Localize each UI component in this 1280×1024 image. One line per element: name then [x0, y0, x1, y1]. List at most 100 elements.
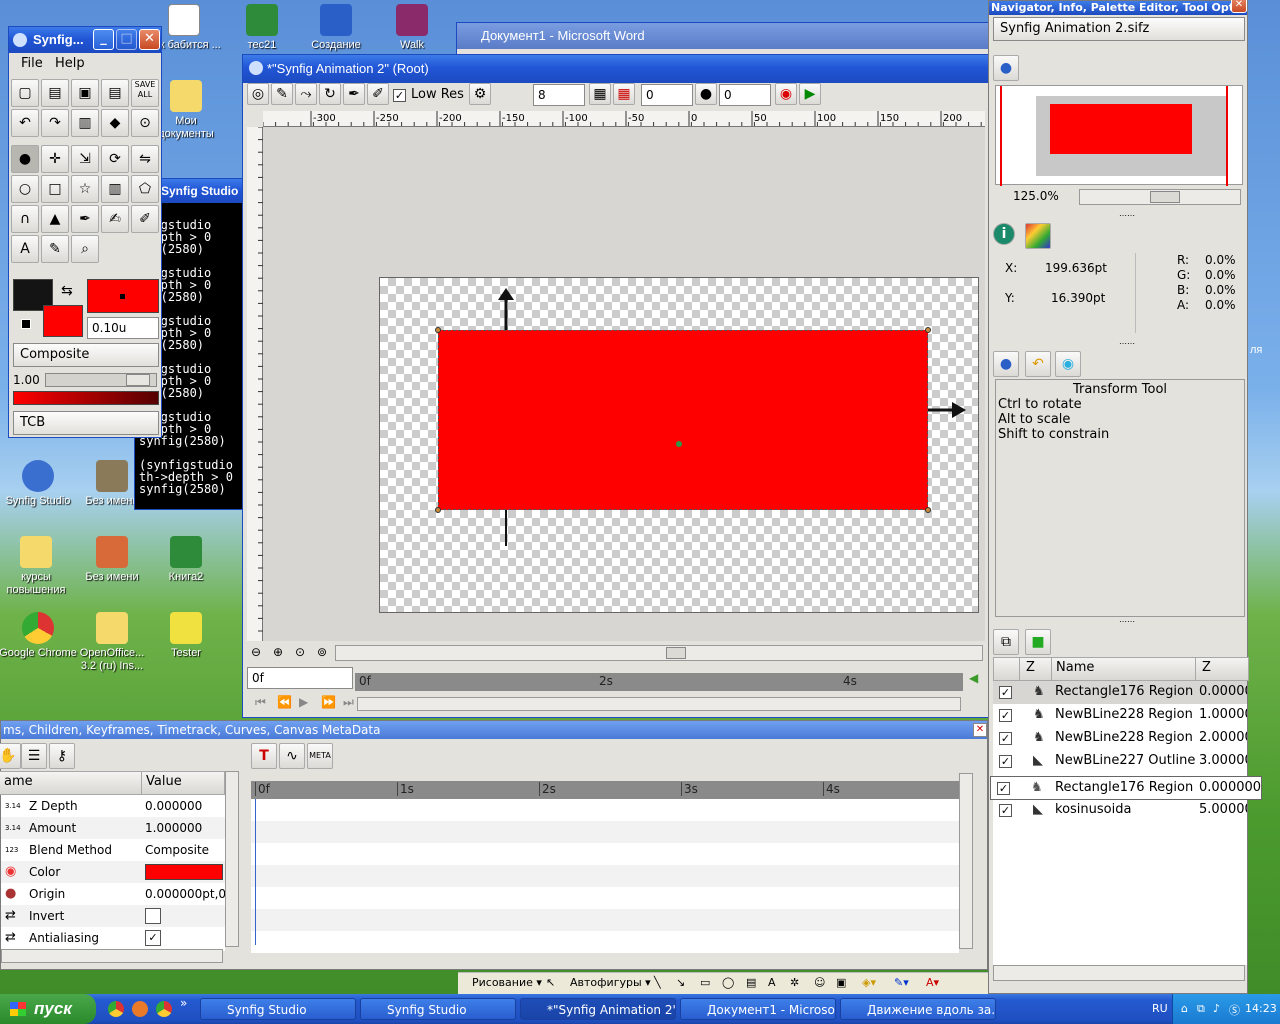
animate-icon[interactable]: ◎ — [247, 83, 269, 105]
taskbar-item-word[interactable]: Документ1 - Microso... — [680, 998, 836, 1020]
timetrack-vscroll[interactable] — [959, 773, 973, 949]
draw-menu[interactable]: Рисование ▾ — [472, 973, 542, 993]
zoom-slider[interactable] — [1079, 189, 1241, 205]
canvas-select[interactable]: Synfig Animation 2.sifz — [993, 17, 1245, 41]
pen-icon[interactable]: ✒ — [343, 83, 365, 105]
layer-row[interactable]: ✓ ◣ kosinusoida 5.00000 — [993, 799, 1247, 822]
param-row[interactable]: 3.14 Z Depth 0.000000 — [1, 795, 225, 817]
seek-next-icon[interactable]: ⏩ — [321, 695, 336, 709]
timetrack-row[interactable] — [251, 843, 959, 865]
rectangle-tool-icon[interactable]: □ — [41, 175, 69, 203]
desktop-icon[interactable]: тес21 — [222, 4, 302, 52]
quality-icon[interactable]: ⚙ — [469, 83, 491, 105]
mirror-tool-icon[interactable]: ⇋ — [131, 145, 159, 173]
scale-tool-icon[interactable]: ⇲ — [71, 145, 99, 173]
timetrack-ruler[interactable]: 0f 1s 2s 3s 4s — [251, 781, 959, 799]
timetrack-row[interactable] — [251, 931, 959, 953]
frame-scrollbar[interactable] — [357, 697, 961, 711]
timetrack-area[interactable] — [251, 799, 959, 953]
fill-tool-icon[interactable]: ▲ — [41, 205, 69, 233]
start-button[interactable]: пуск — [0, 994, 96, 1024]
desktop-icon[interactable]: OpenOffice... 3.2 (ru) Ins... — [72, 612, 152, 673]
layers-hscroll[interactable] — [993, 965, 1245, 981]
desktop-icon[interactable]: Создание — [296, 4, 376, 52]
params-vscroll[interactable] — [225, 771, 239, 947]
param-row[interactable]: ⇄ Antialiasing ✓ — [1, 927, 225, 949]
zoom-out-icon[interactable]: ⊖ — [251, 645, 261, 659]
save-as-tool-icon[interactable]: ▤ — [101, 79, 129, 107]
save-tool-icon[interactable]: ▣ — [71, 79, 99, 107]
volume-icon[interactable]: ♪ — [1213, 1002, 1220, 1015]
timetrack-row[interactable] — [251, 887, 959, 909]
canvas-document[interactable] — [379, 277, 979, 613]
skype-icon[interactable]: Ⓢ — [1229, 1002, 1240, 1018]
taskbar-item-canvas[interactable]: *"Synfig Animation 2"... — [520, 998, 676, 1020]
param-value[interactable]: 0.000000 — [145, 795, 225, 817]
param-value[interactable]: Composite — [145, 839, 225, 861]
clipart-icon[interactable]: ☺ — [814, 973, 825, 993]
desktop-icon[interactable]: Книга2 — [146, 536, 226, 584]
param-row[interactable]: ⇄ Invert — [1, 905, 225, 927]
zoom-fit-icon[interactable]: ⊙ — [295, 645, 305, 659]
default-colors-icon[interactable] — [21, 319, 31, 329]
text-tool-icon[interactable]: A — [11, 235, 39, 263]
refresh-icon[interactable]: ↻ — [319, 83, 341, 105]
word-title[interactable]: Документ1 - Microsoft Word — [457, 23, 989, 49]
layer-checkbox[interactable]: ✓ — [997, 782, 1010, 795]
arrow-icon[interactable]: ↘ — [676, 973, 685, 993]
seek-begin-icon[interactable]: ⏮ — [255, 695, 266, 710]
param-checkbox[interactable] — [145, 908, 161, 924]
zoom-tool-icon[interactable]: ⌕ — [71, 235, 99, 263]
menu-help[interactable]: Help — [55, 53, 85, 75]
desktop-icon[interactable]: Google Chrome — [0, 612, 78, 660]
info-tab-icon[interactable]: i — [993, 223, 1015, 245]
keyframes-tab-icon[interactable]: ⚷ — [49, 743, 75, 769]
redo-tool-icon[interactable]: ↷ — [41, 109, 69, 137]
layer-row[interactable]: ✓ ♞ NewBLine228 Region 2.00000 — [993, 727, 1247, 750]
quality-spin[interactable]: 8 — [533, 84, 585, 106]
timetrack-row[interactable] — [251, 799, 959, 821]
diagram-icon[interactable]: ✲ — [790, 973, 799, 993]
tray-icon[interactable]: ⌂ — [1181, 1002, 1188, 1015]
select-arrow-icon[interactable]: ↖ — [546, 973, 555, 993]
layer-checkbox[interactable]: ✓ — [999, 686, 1012, 699]
slider-thumb[interactable] — [1150, 191, 1180, 203]
layers-tab-icon[interactable]: ⧉ — [993, 629, 1019, 655]
params-panel[interactable]: ms, Children, Keyframes, Timetrack, Curv… — [0, 720, 988, 970]
amount-slider[interactable] — [45, 373, 157, 387]
swap-colors-icon[interactable]: ⇆ — [61, 283, 73, 299]
trash-tool-icon[interactable]: ▥ — [71, 109, 99, 137]
close-button[interactable]: ✕ — [139, 29, 160, 50]
seek-end-icon[interactable]: ⏭ — [343, 695, 354, 710]
zoom-100-icon[interactable]: ⊚ — [317, 645, 327, 659]
param-checkbox[interactable]: ✓ — [145, 930, 161, 946]
polygon-tool-icon[interactable]: ⬠ — [131, 175, 159, 203]
wordart-icon[interactable]: A — [768, 973, 776, 993]
col-name-header[interactable]: ame — [0, 771, 143, 795]
gradient-tool-icon[interactable]: ▥ — [101, 175, 129, 203]
param-value[interactable]: 0.000000pt,0 — [145, 883, 225, 905]
time-slider[interactable]: 0f 2s 4s — [355, 673, 963, 691]
rectangle-icon[interactable]: ▭ — [700, 973, 710, 993]
undo-tool-icon[interactable]: ↶ — [11, 109, 39, 137]
taskbar-item-synfig-2[interactable]: Synfig Studio — [360, 998, 516, 1020]
layers-header-name[interactable]: Name — [1051, 657, 1197, 681]
word-window[interactable]: Документ1 - Microsoft Word — [456, 22, 990, 56]
desktop-icon[interactable]: Synfig Studio — [0, 460, 78, 508]
params-tab-icon[interactable]: ✋ — [0, 743, 21, 769]
gradient-swatch[interactable] — [13, 391, 159, 405]
horizontal-scrollbar[interactable] — [335, 645, 983, 661]
width-tool-icon[interactable]: ✎ — [41, 235, 69, 263]
dragged-layer-row[interactable]: ✓ ♞ Rectangle176 Region 0.000000 — [990, 776, 1262, 800]
canvas-work-area[interactable] — [263, 127, 985, 641]
history-tab-icon[interactable]: ↶ — [1025, 351, 1051, 377]
layer-checkbox[interactable]: ✓ — [999, 755, 1012, 768]
sketch-tool-icon[interactable]: ✍ — [101, 205, 129, 233]
fill-color-small[interactable] — [43, 305, 83, 337]
timetrack-row[interactable] — [251, 865, 959, 887]
param-row[interactable]: 123 Blend Method Composite — [1, 839, 225, 861]
canvas-browser-tab-icon[interactable]: ◉ — [1055, 351, 1081, 377]
menu-file[interactable]: File — [21, 53, 43, 75]
new-tool-icon[interactable]: ▢ — [11, 79, 39, 107]
help-tool-icon[interactable]: ⊙ — [131, 109, 159, 137]
